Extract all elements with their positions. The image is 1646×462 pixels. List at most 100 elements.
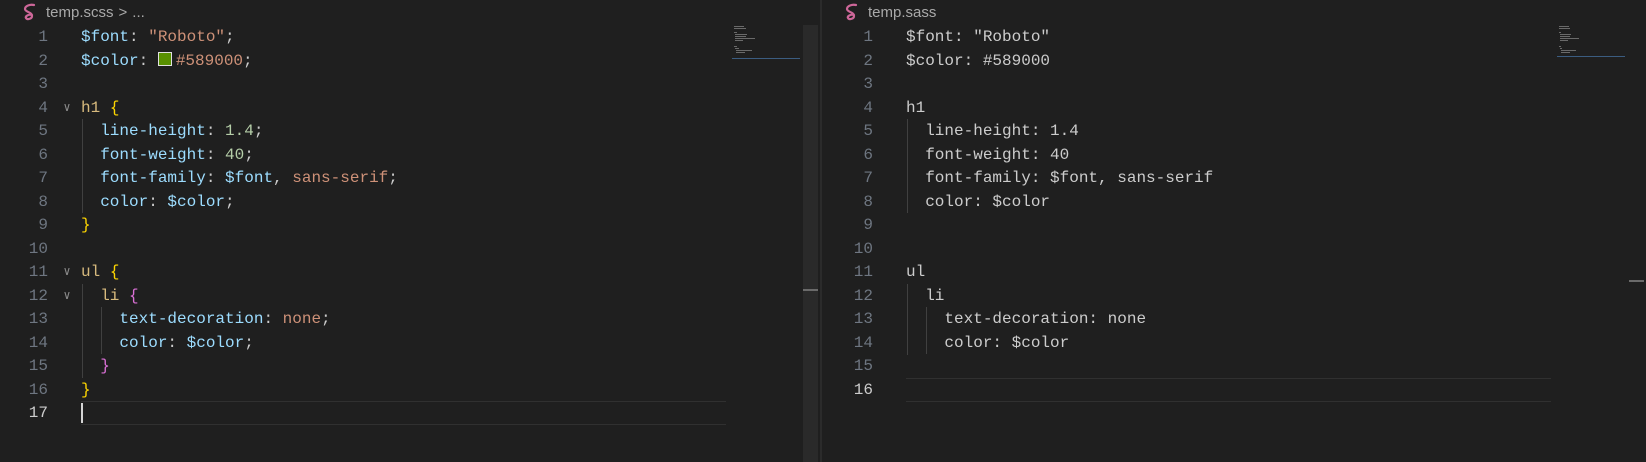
breadcrumb-file[interactable]: temp.scss [46, 4, 114, 21]
code-line[interactable]: 11 ul [822, 260, 1622, 284]
code-text[interactable]: $font: "Roboto"; [81, 25, 235, 49]
line-number: 12 [853, 287, 873, 305]
line-number: 11 [28, 263, 48, 281]
breadcrumb-separator: > [118, 3, 128, 21]
fold-chevron-icon[interactable]: ∨ [60, 284, 74, 308]
code-text[interactable]: $color: #589000; [81, 49, 253, 73]
code-line[interactable]: 3 [822, 72, 1622, 96]
line-number: 1 [38, 28, 48, 46]
code-line[interactable]: 2 $color: #589000; [0, 49, 800, 73]
line-number: 5 [38, 122, 48, 140]
line-number: 17 [28, 404, 48, 422]
code-line[interactable]: 8 color: $color [822, 190, 1622, 214]
sass-icon [842, 1, 864, 23]
code-line[interactable]: 9} [0, 213, 800, 237]
indent-guide [926, 307, 927, 354]
code-line[interactable]: 3 [0, 72, 800, 96]
line-number: 6 [863, 146, 873, 164]
code-line[interactable]: 7 font-family: $font, sans-serif; [0, 166, 800, 190]
code-text[interactable]: } [81, 354, 110, 378]
code-line[interactable]: 16} [0, 378, 800, 402]
code-text[interactable]: font-weight: 40; [81, 143, 254, 167]
code-text[interactable]: h1 { [81, 96, 119, 120]
breadcrumb-file[interactable]: temp.sass [868, 4, 936, 21]
code-line[interactable]: 14 color: $color [822, 331, 1622, 355]
code-text[interactable]: font-family: $font, sans-serif; [81, 166, 398, 190]
code-line[interactable]: 4 h1 [822, 96, 1622, 120]
code-text[interactable]: color: $color; [81, 331, 253, 355]
line-number: 12 [28, 287, 48, 305]
indent-guide [907, 284, 908, 355]
code-line[interactable]: 4 ∨ h1 { [0, 96, 800, 120]
code-line[interactable]: 7 font-family: $font, sans-serif [822, 166, 1622, 190]
minimap[interactable] [1557, 25, 1625, 61]
code-line[interactable]: 10 [822, 237, 1622, 261]
editor-pane-sass[interactable]: temp.sass 1 $font: "Roboto" 2 $color: #5890… [822, 0, 1646, 462]
code-text[interactable]: li { [81, 284, 138, 308]
indent-guide [101, 307, 102, 354]
code-line[interactable]: 11 ∨ ul { [0, 260, 800, 284]
fold-chevron-icon[interactable]: ∨ [60, 96, 74, 120]
code-text[interactable]: } [81, 213, 91, 237]
editor-pane-scss[interactable]: temp.scss > ... 1 $font: "Roboto"; 2 $color… [0, 0, 821, 462]
code-text[interactable]: ul { [81, 260, 119, 284]
line-number: 9 [38, 216, 48, 234]
code-line[interactable]: 14 color: $color; [0, 331, 800, 355]
scrollbar[interactable] [1629, 25, 1644, 462]
code-text[interactable]: line-height: 1.4; [81, 119, 263, 143]
fold-chevron-icon[interactable]: ∨ [60, 260, 74, 284]
indent-guide [82, 119, 83, 213]
sass-icon [20, 1, 42, 23]
line-number: 3 [863, 75, 873, 93]
line-number: 15 [853, 357, 873, 375]
line-number: 11 [853, 263, 873, 281]
code-line[interactable]: 15 } [0, 354, 800, 378]
code-line[interactable]: 5 line-height: 1.4; [0, 119, 800, 143]
code-line[interactable]: 6 font-weight: 40 [822, 143, 1622, 167]
code-text[interactable]: } [81, 378, 91, 402]
code-text[interactable]: color: $color [906, 331, 1069, 355]
line-number: 13 [853, 310, 873, 328]
code-text[interactable]: text-decoration: none; [81, 307, 330, 331]
breadcrumb-more[interactable]: ... [132, 4, 145, 21]
code-text[interactable]: li [906, 284, 944, 308]
code-text[interactable]: $color: #589000 [906, 49, 1050, 73]
code-line[interactable]: 5 line-height: 1.4 [822, 119, 1622, 143]
line-number: 7 [863, 169, 873, 187]
code-line[interactable]: 12 ∨ li { [0, 284, 800, 308]
code-line[interactable]: 15 [822, 354, 1622, 378]
code-line[interactable]: 1 $font: "Roboto" [822, 25, 1622, 49]
code-text[interactable]: color: $color; [81, 190, 234, 214]
code-line[interactable]: 10 [0, 237, 800, 261]
scrollbar[interactable] [803, 25, 818, 462]
code-line[interactable]: 1 $font: "Roboto"; [0, 25, 800, 49]
color-swatch[interactable] [157, 52, 172, 66]
line-number: 13 [28, 310, 48, 328]
code-line[interactable]: 9 [822, 213, 1622, 237]
code-line[interactable]: 16 [822, 378, 1622, 402]
code-line[interactable]: 17 [0, 401, 800, 425]
line-number: 16 [853, 381, 873, 399]
code-text[interactable]: color: $color [906, 190, 1050, 214]
code-text[interactable]: font-family: $font, sans-serif [906, 166, 1213, 190]
line-number: 10 [28, 240, 48, 258]
code-text[interactable]: text-decoration: none [906, 307, 1146, 331]
line-number: 8 [38, 193, 48, 211]
code-text[interactable]: ul [906, 260, 925, 284]
code-text[interactable]: $font: "Roboto" [906, 25, 1050, 49]
code-line[interactable]: 13 text-decoration: none; [0, 307, 800, 331]
line-number: 14 [853, 334, 873, 352]
code-line[interactable]: 13 text-decoration: none [822, 307, 1622, 331]
minimap[interactable] [732, 25, 800, 61]
code-text[interactable]: font-weight: 40 [906, 143, 1069, 167]
code-text[interactable]: h1 [906, 96, 925, 120]
line-number: 6 [38, 146, 48, 164]
code-line[interactable]: 6 font-weight: 40; [0, 143, 800, 167]
code-line[interactable]: 8 color: $color; [0, 190, 800, 214]
code-line[interactable]: 2 $color: #589000 [822, 49, 1622, 73]
line-number: 9 [863, 216, 873, 234]
line-number: 8 [863, 193, 873, 211]
code-text[interactable]: line-height: 1.4 [906, 119, 1079, 143]
code-line[interactable]: 12 li [822, 284, 1622, 308]
breadcrumb: temp.scss > ... [0, 0, 821, 24]
